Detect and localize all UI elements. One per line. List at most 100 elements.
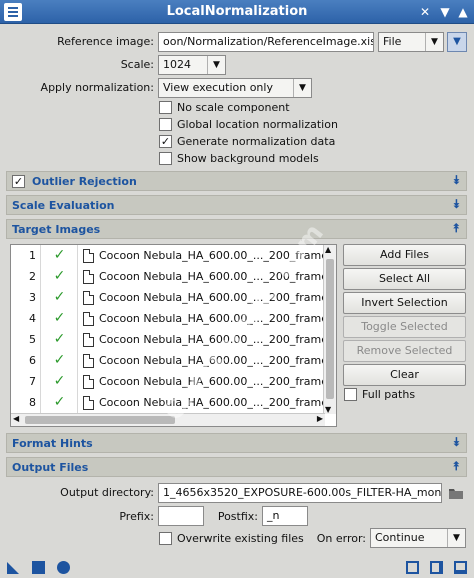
collapse-chevron-icon[interactable]: ⯭ bbox=[453, 221, 460, 236]
table-row[interactable]: 5 ✓ Cocoon Nebula_HA_600.00_..._200_fram… bbox=[11, 329, 335, 350]
reference-source-select[interactable]: File ▼ bbox=[378, 32, 444, 52]
row-index: 8 bbox=[11, 392, 41, 413]
file-name: Cocoon Nebula_HA_600.00_..._200_frame1 bbox=[99, 375, 336, 388]
close-icon[interactable]: ✕ bbox=[416, 3, 434, 21]
reference-image-label: Reference image: bbox=[57, 35, 154, 48]
checkbox-checked[interactable]: ✓ bbox=[159, 135, 172, 148]
scroll-left-icon[interactable]: ◀ bbox=[13, 414, 19, 423]
expand-chevron-icon[interactable]: ⯯ bbox=[453, 197, 460, 212]
shade-icon[interactable]: ▼ bbox=[436, 3, 454, 21]
option-show-background-models[interactable]: Show background models bbox=[159, 151, 409, 167]
clear-button[interactable]: Clear bbox=[343, 364, 466, 386]
full-paths-toggle[interactable]: Full paths bbox=[344, 387, 464, 403]
row-index: 6 bbox=[11, 350, 41, 371]
invert-selection-button[interactable]: Invert Selection bbox=[343, 292, 466, 314]
row-index: 5 bbox=[11, 329, 41, 350]
reference-view-dropdown-icon[interactable]: ▼ bbox=[447, 32, 467, 52]
scroll-right-icon[interactable]: ▶ bbox=[317, 414, 323, 423]
scale-value: 1024 bbox=[163, 58, 191, 71]
table-row[interactable]: 2 ✓ Cocoon Nebula_HA_600.00_..._200_fram… bbox=[11, 266, 335, 287]
chevron-down-icon: ▼ bbox=[447, 529, 465, 547]
apply-global-icon[interactable] bbox=[32, 561, 45, 574]
window-title: LocalNormalization bbox=[166, 4, 308, 19]
document-icon bbox=[83, 270, 94, 284]
document-icon bbox=[83, 249, 94, 263]
checkbox[interactable] bbox=[159, 532, 172, 545]
file-name: Cocoon Nebula_HA_600.00_..._200_frame1 bbox=[99, 312, 336, 325]
remove-selected-button[interactable]: Remove Selected bbox=[343, 340, 466, 362]
option-generate-normalization-data[interactable]: ✓ Generate normalization data bbox=[159, 134, 409, 150]
document-icon bbox=[83, 312, 94, 326]
scroll-down-icon[interactable]: ▼ bbox=[325, 405, 331, 414]
toggle-selected-button[interactable]: Toggle Selected bbox=[343, 316, 466, 338]
scale-select[interactable]: 1024 ▼ bbox=[158, 55, 226, 75]
document-icon bbox=[83, 375, 94, 389]
scroll-up-icon[interactable]: ▲ bbox=[325, 245, 331, 254]
add-files-button[interactable]: Add Files bbox=[343, 244, 466, 266]
checkbox[interactable] bbox=[159, 152, 172, 165]
prefix-field[interactable] bbox=[158, 506, 204, 526]
process-toolbar bbox=[0, 558, 474, 578]
target-images-list[interactable]: 1 ✓ Cocoon Nebula_HA_600.00_..._200_fram… bbox=[10, 244, 337, 427]
table-row[interactable]: 8 ✓ Cocoon Nebula_HA_600.00_..._200_fram… bbox=[11, 392, 335, 413]
option-global-location-normalization[interactable]: Global location normalization bbox=[159, 117, 409, 133]
enabled-check-icon[interactable]: ✓ bbox=[42, 392, 78, 413]
section-format-hints[interactable]: Format Hints ⯯ bbox=[6, 433, 467, 453]
enabled-check-icon[interactable]: ✓ bbox=[42, 350, 78, 371]
folder-icon[interactable] bbox=[448, 485, 464, 501]
file-name: Cocoon Nebula_HA_600.00_..._200_frame1 bbox=[99, 249, 336, 262]
expand-chevron-icon[interactable]: ⯯ bbox=[453, 173, 460, 188]
option-label: No scale component bbox=[177, 101, 290, 114]
enabled-check-icon[interactable]: ✓ bbox=[42, 287, 78, 308]
option-label: Show background models bbox=[177, 152, 319, 165]
postfix-label: Postfix: bbox=[217, 510, 258, 523]
enabled-check-icon[interactable]: ✓ bbox=[42, 308, 78, 329]
reference-source-value: File bbox=[383, 35, 402, 48]
output-directory-field[interactable]: 1_4656x3520_EXPOSURE-600.00s_FILTER-HA_m… bbox=[158, 483, 442, 503]
scroll-thumb[interactable] bbox=[25, 416, 175, 424]
browse-documentation-icon[interactable] bbox=[406, 561, 419, 574]
table-row[interactable]: 3 ✓ Cocoon Nebula_HA_600.00_..._200_fram… bbox=[11, 287, 335, 308]
file-name: Cocoon Nebula_HA_600.00_..._200_frame1 bbox=[99, 333, 336, 346]
section-outlier-rejection[interactable]: ✓ Outlier Rejection ⯯ bbox=[6, 171, 467, 191]
expand-chevron-icon[interactable]: ⯯ bbox=[453, 435, 460, 450]
overwrite-existing-toggle[interactable]: Overwrite existing files bbox=[159, 531, 309, 547]
section-title: Scale Evaluation bbox=[12, 199, 115, 212]
section-target-images[interactable]: Target Images ⯭ bbox=[6, 219, 467, 239]
enabled-check-icon[interactable]: ✓ bbox=[42, 329, 78, 350]
checkbox[interactable] bbox=[159, 118, 172, 131]
table-row[interactable]: 6 ✓ Cocoon Nebula_HA_600.00_..._200_fram… bbox=[11, 350, 335, 371]
horizontal-scrollbar[interactable]: ◀ ▶ bbox=[11, 413, 325, 426]
checkbox[interactable] bbox=[344, 388, 357, 401]
track-view-icon[interactable] bbox=[430, 561, 443, 574]
row-index: 3 bbox=[11, 287, 41, 308]
reset-icon[interactable] bbox=[454, 561, 467, 574]
maximize-icon[interactable]: ▲ bbox=[454, 3, 472, 21]
reference-image-field[interactable]: oon/Normalization/ReferenceImage.xisf bbox=[158, 32, 374, 52]
enabled-check-icon[interactable]: ✓ bbox=[42, 266, 78, 287]
on-error-select[interactable]: Continue ▼ bbox=[370, 528, 466, 548]
option-no-scale-component[interactable]: No scale component bbox=[159, 100, 409, 116]
table-row[interactable]: 1 ✓ Cocoon Nebula_HA_600.00_..._200_fram… bbox=[11, 245, 335, 266]
new-instance-icon[interactable] bbox=[6, 561, 20, 575]
apply-normalization-select[interactable]: View execution only ▼ bbox=[158, 78, 312, 98]
select-all-button[interactable]: Select All bbox=[343, 268, 466, 290]
vertical-scrollbar[interactable]: ▲ ▼ bbox=[323, 245, 336, 414]
outlier-rejection-checkbox[interactable]: ✓ bbox=[12, 175, 25, 188]
enabled-check-icon[interactable]: ✓ bbox=[42, 371, 78, 392]
table-row[interactable]: 7 ✓ Cocoon Nebula_HA_600.00_..._200_fram… bbox=[11, 371, 335, 392]
document-icon bbox=[83, 333, 94, 347]
full-paths-label: Full paths bbox=[362, 388, 416, 401]
file-name: Cocoon Nebula_HA_600.00_..._200_frame1 bbox=[99, 396, 336, 409]
apply-icon[interactable] bbox=[57, 561, 70, 574]
table-row[interactable]: 4 ✓ Cocoon Nebula_HA_600.00_..._200_fram… bbox=[11, 308, 335, 329]
scroll-thumb[interactable] bbox=[326, 259, 334, 399]
postfix-field[interactable]: _n bbox=[262, 506, 308, 526]
section-output-files[interactable]: Output Files ⯭ bbox=[6, 457, 467, 477]
enabled-check-icon[interactable]: ✓ bbox=[42, 245, 78, 266]
section-scale-evaluation[interactable]: Scale Evaluation ⯯ bbox=[6, 195, 467, 215]
collapse-chevron-icon[interactable]: ⯭ bbox=[453, 459, 460, 474]
checkbox[interactable] bbox=[159, 101, 172, 114]
chevron-down-icon: ▼ bbox=[425, 33, 443, 51]
file-name: Cocoon Nebula_HA_600.00_..._200_frame1 bbox=[99, 270, 336, 283]
